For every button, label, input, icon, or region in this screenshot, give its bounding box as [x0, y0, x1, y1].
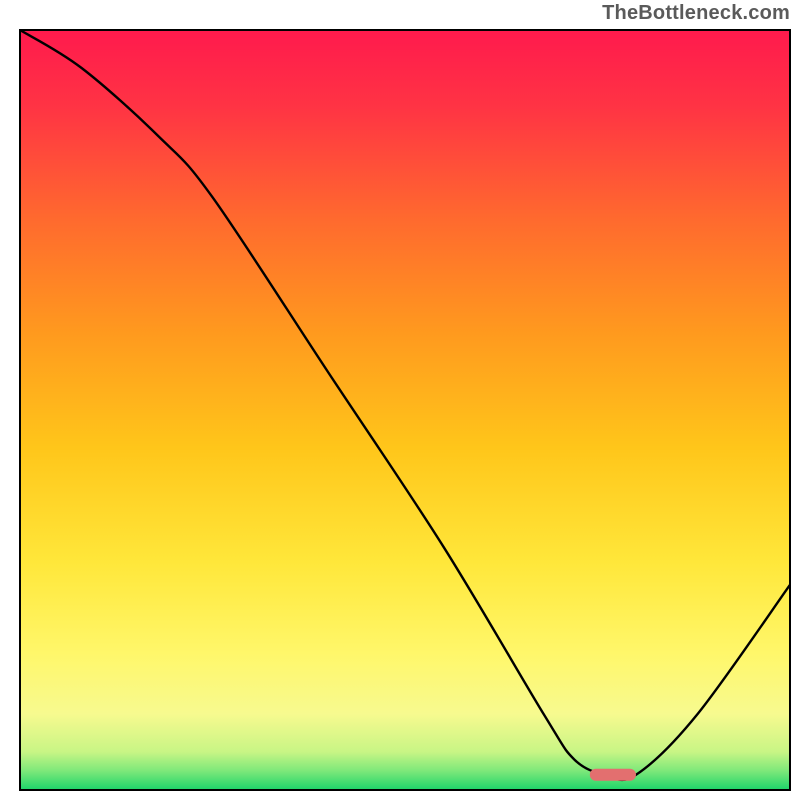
bottleneck-chart	[0, 0, 800, 800]
watermark-text: TheBottleneck.com	[602, 2, 790, 25]
gradient-background	[20, 30, 790, 790]
optimal-marker	[590, 769, 636, 781]
